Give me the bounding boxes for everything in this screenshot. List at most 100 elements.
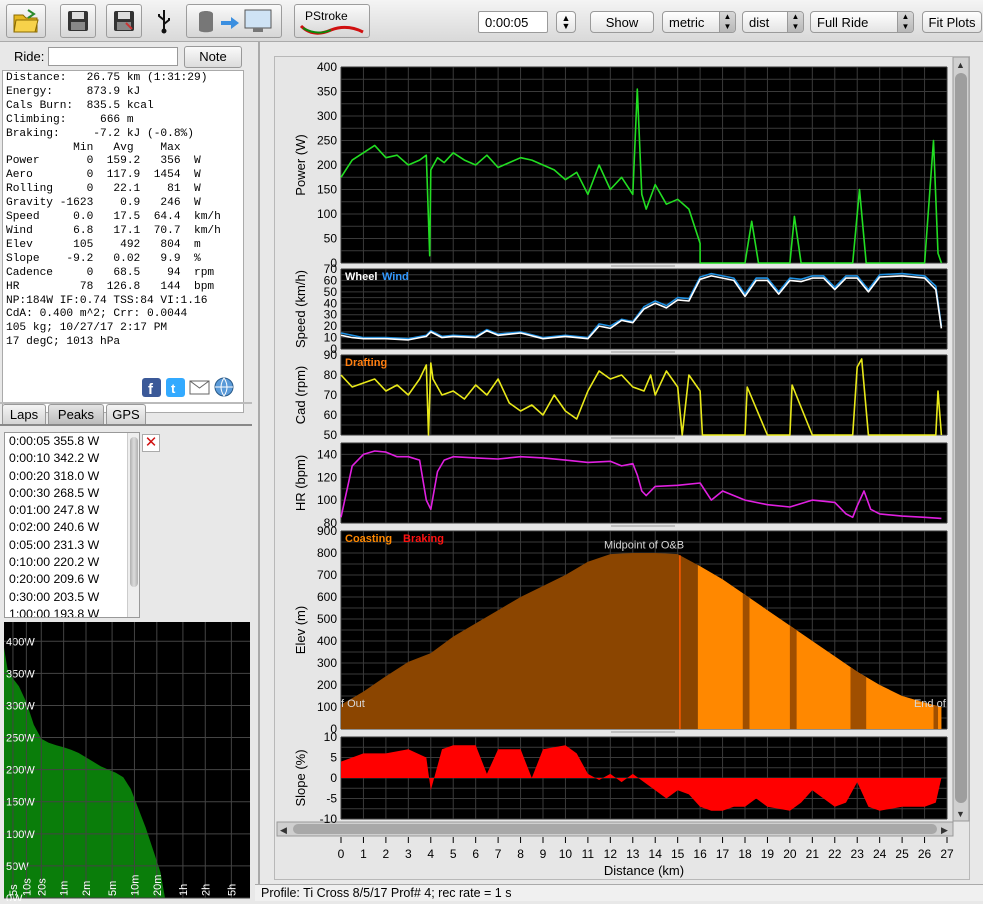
chart-panel: ▲ ▼ ◀ ▶ 0 50 100 150 200 250 300 350 400 Power (W) 0 10… [274, 56, 970, 880]
time-field[interactable]: 0:00:05 [478, 11, 548, 33]
web-icon[interactable] [214, 377, 234, 397]
list-item[interactable]: 0:30:00 203.5 W [5, 589, 139, 606]
left-panel: Ride: Note Distance: 26.75 km (1:31:29) E… [0, 42, 252, 904]
download-button[interactable] [186, 4, 282, 38]
save-button[interactable] [60, 4, 96, 38]
range-select[interactable]: Full Ride ▲ ▼ [810, 11, 914, 33]
tick-label: 700 [317, 568, 337, 582]
list-item[interactable]: 0:10:00 220.2 W [5, 554, 139, 571]
tick-label: 140 [317, 447, 337, 461]
list-item[interactable]: 0:00:10 342.2 W [5, 450, 139, 467]
peak-power-svg: 400W350W300W250W200W150W100W50W0W5s 10s 20… [4, 622, 250, 904]
stepper-arrows-icon: ▲ ▼ [561, 13, 571, 31]
tab-laps[interactable]: Laps [2, 404, 46, 424]
tick-label: 600 [317, 590, 337, 604]
summary-line: CdA: 0.400 m^2; Crr: 0.0044 [6, 308, 188, 321]
units-select[interactable]: metric ▲ ▼ [662, 11, 736, 33]
tick-label: 100 [317, 207, 337, 221]
tick-label: 13 [626, 847, 640, 861]
tick-label: 50W [6, 861, 29, 873]
tick-label: 23 [851, 847, 865, 861]
tick-label: 300W [6, 700, 35, 712]
tick-label: 200 [317, 158, 337, 172]
tick-label: 18 [738, 847, 752, 861]
download-to-computer-icon [199, 9, 272, 33]
tab-gps[interactable]: GPS [106, 404, 146, 424]
summary-line: Slope -9.2 0.02 9.9 % [6, 252, 201, 265]
time-value: 0:00:05 [485, 14, 529, 30]
tab-bar: Laps Peaks GPS [0, 404, 252, 424]
peaks-scrollbar[interactable] [127, 433, 139, 617]
list-item[interactable]: 0:00:20 318.0 W [5, 468, 139, 485]
summary-line: Aero 0 117.9 1454 W [6, 169, 201, 182]
peaks-list[interactable]: 0:00:05 355.8 W 0:00:10 342.2 W 0:00:20 31… [4, 432, 140, 618]
tick-label: 24 [873, 847, 887, 861]
tick-label: 200W [6, 765, 35, 777]
tick-label: 25 [895, 847, 909, 861]
list-item[interactable]: 0:02:00 240.6 W [5, 519, 139, 536]
tick-label: 350W [6, 668, 35, 680]
close-icon[interactable]: ✕ [142, 434, 160, 452]
summary-line: Distance: 26.75 km (1:31:29) [6, 72, 208, 84]
tick-label: 2 [383, 847, 390, 861]
time-stepper[interactable]: ▲ ▼ [556, 11, 576, 33]
chevron-updown-icon: ▲ ▼ [897, 12, 913, 32]
list-item[interactable]: 0:05:00 231.3 W [5, 537, 139, 554]
fit-plots-button[interactable]: Fit Plots [922, 11, 982, 33]
tick-label: 500 [317, 612, 337, 626]
scroll-right-icon[interactable]: ▶ [941, 825, 948, 835]
tick-label: 50 [324, 232, 338, 246]
chart-elevation: 0100200300400500600700800900Elev (m)f Ou… [293, 524, 948, 736]
scroll-thumb[interactable] [293, 824, 937, 834]
usb-button[interactable] [150, 4, 178, 38]
twitter-icon[interactable]: t [166, 378, 185, 397]
email-icon[interactable] [189, 380, 210, 395]
chart-power: 050100150200250300350400Power (W) [293, 60, 948, 270]
scroll-thumb[interactable] [130, 437, 138, 587]
summary-line: Gravity -1623 0.9 246 W [6, 197, 201, 210]
tick-label: 16 [693, 847, 707, 861]
open-button[interactable] [6, 4, 46, 38]
pstroke-label: PStroke [305, 9, 348, 23]
list-item[interactable]: 0:01:00 247.8 W [5, 502, 139, 519]
scroll-up-icon[interactable]: ▲ [956, 60, 965, 70]
tick-label: 800 [317, 546, 337, 560]
list-item[interactable]: 0:00:05 355.8 W [5, 433, 139, 450]
tick-label: 350 [317, 85, 337, 99]
summary-line: Cals Burn: 835.5 kcal [6, 99, 154, 112]
scroll-thumb[interactable] [955, 73, 967, 803]
summary-line: 105 kg; 10/27/17 2:17 PM [6, 322, 168, 335]
tick-label: 400 [317, 634, 337, 648]
save-as-button[interactable] [106, 4, 142, 38]
show-button[interactable]: Show [590, 11, 654, 33]
list-item[interactable]: 0:20:00 209.6 W [5, 571, 139, 588]
summary-line: HR 78 126.8 144 bpm [6, 280, 215, 293]
panel-splitter[interactable] [258, 42, 260, 888]
axis-select[interactable]: dist ▲ ▼ [742, 11, 804, 33]
scroll-down-icon[interactable]: ▼ [956, 809, 965, 819]
list-item[interactable]: 1:00:00 193.8 W [5, 606, 139, 617]
ride-input[interactable] [48, 47, 178, 66]
summary-line: Cadence 0 68.5 94 rpm [6, 266, 215, 279]
tick-label: 26 [918, 847, 932, 861]
note-button[interactable]: Note [184, 46, 242, 68]
tab-peaks[interactable]: Peaks [48, 404, 104, 424]
tick-label: 1m [59, 881, 71, 896]
facebook-icon[interactable]: f [142, 378, 161, 398]
show-label: Show [605, 14, 639, 30]
chart-hr: 80100120140HR (bpm) [293, 442, 948, 530]
axis-label: Speed (km/h) [293, 270, 308, 348]
share-bar: f t [140, 376, 236, 398]
elevation-band [850, 667, 867, 729]
tick-label: 150W [6, 797, 35, 809]
tick-label: 15 [671, 847, 685, 861]
tick-label: 300 [317, 109, 337, 123]
tick-label: 2m [81, 881, 93, 896]
pstroke-button[interactable]: PStroke [294, 4, 370, 38]
scroll-left-icon[interactable]: ◀ [280, 825, 287, 835]
units-value: metric [669, 14, 705, 30]
status-text: Profile: Ti Cross 8/5/17 Prof# 4; rec ra… [261, 886, 512, 900]
axis-label: Cad (rpm) [293, 366, 308, 425]
list-item[interactable]: 0:00:30 268.5 W [5, 485, 139, 502]
tick-label: 400W [6, 636, 35, 648]
